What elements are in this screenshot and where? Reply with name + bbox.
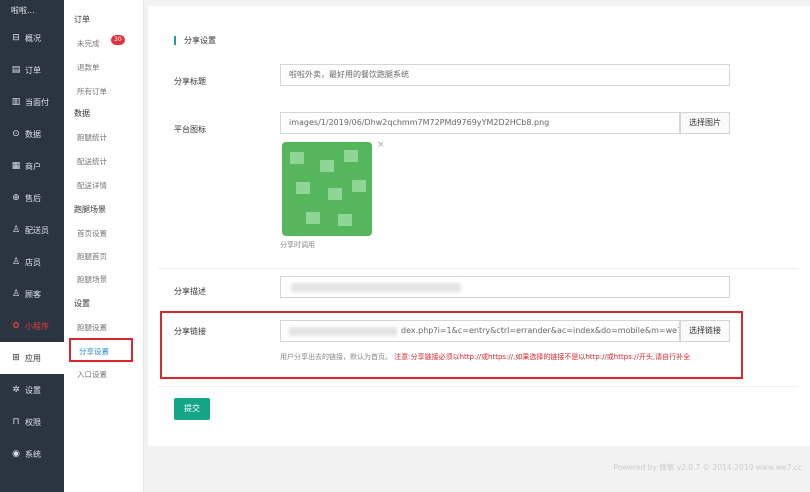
sidebar-item-label: 系统 — [25, 449, 41, 459]
customer-icon: ♙ — [11, 289, 21, 299]
sidebar-item[interactable]: ◉ 系统 — [0, 438, 64, 470]
sidebar-item[interactable]: ⊓ 权限 — [0, 406, 64, 438]
courier-icon: ♙ — [11, 225, 21, 235]
sidebar-item-label: 配送员 — [25, 225, 49, 235]
receipt-icon: ▥ — [11, 97, 21, 107]
sidebar-item[interactable]: ♙ 店员 — [0, 246, 64, 278]
sidebar-item-label: 小程序 — [25, 321, 49, 331]
sidebar-item[interactable]: ⊙ 数据 — [0, 118, 64, 150]
sidebar-item[interactable]: ✿ 小程序 — [0, 310, 64, 342]
sidebar-item-label: 设置 — [25, 385, 41, 395]
submenu-item-label: 未完成 — [77, 39, 100, 48]
icon-path-input[interactable]: images/1/2019/06/Dhw2qchmm7M72PMd9769yYM… — [280, 112, 680, 134]
remove-image-icon[interactable]: × — [377, 140, 385, 150]
sidebar-item-label: 订单 — [25, 65, 41, 75]
submenu-item-run-settings[interactable]: 跑腿设置 — [77, 322, 107, 333]
submenu-item-delivery-detail[interactable]: 配送详情 — [77, 180, 107, 191]
count-badge: 30 — [111, 35, 125, 45]
sidebar-item[interactable]: ⊟ 概况 — [0, 22, 64, 54]
share-link-hint-text: 用户分享出去的链接，默认为首页。 — [280, 353, 392, 361]
share-link-label: 分享链接 — [174, 327, 206, 336]
sidebar-title: 啦啦... — [11, 6, 35, 15]
share-title-label: 分享标题 — [174, 77, 206, 86]
sidebar-item[interactable]: ♙ 顾客 — [0, 278, 64, 310]
sidebar-item-label: 商户 — [25, 161, 41, 171]
redacted-text — [289, 327, 397, 336]
settings-panel: 分享设置 分享标题 啦啦外卖，最好用的餐饮跑腿系统 平台图标 images/1/… — [148, 6, 810, 446]
sidebar-item-label: 顾客 — [25, 289, 41, 299]
submenu-item-refund[interactable]: 退款单 — [77, 62, 100, 73]
share-desc-label: 分享描述 — [174, 287, 206, 296]
sidebar-item[interactable]: ⊞ 应用 — [0, 342, 64, 374]
sidebar-item-label: 店员 — [25, 257, 41, 267]
sidebar-item[interactable]: ✲ 设置 — [0, 374, 64, 406]
share-desc-input[interactable] — [280, 276, 730, 298]
redacted-text — [291, 283, 461, 292]
apps-icon: ⊞ — [12, 353, 20, 363]
sidebar-item-label: 权限 — [25, 417, 41, 427]
sidebar-item-label: 应用 — [25, 353, 41, 363]
share-link-warning: 注意:分享链接必须以http://或https://,如果选择的链接不是以htt… — [394, 353, 691, 361]
submenu-item-share-settings[interactable]: 分享设置 — [69, 338, 133, 362]
submenu-item-all-orders[interactable]: 所有订单 — [77, 86, 107, 97]
divider — [158, 386, 798, 387]
sidebar-item[interactable]: ▤ 订单 — [0, 54, 64, 86]
choose-image-button[interactable]: 选择图片 — [680, 112, 730, 134]
share-link-hint: 用户分享出去的链接，默认为首页。 注意:分享链接必须以http://或https… — [280, 351, 740, 364]
platform-icon-preview — [282, 142, 372, 236]
sidebar-item-label: 概况 — [25, 33, 41, 43]
footer-text: Powered by 微擎 v2.0.7 © 2014-2019 www.we7… — [613, 463, 802, 472]
main-sidebar: 啦啦... ⊟ 概况 ▤ 订单 ▥ 当面付 ⊙ 数据 ▦ 商户 ⊕ 售后 ♙ 配送员 ♙ 店员 ♙ 顾客 ✿ 小程序 ⊞… — [0, 0, 64, 492]
lock-icon: ⊓ — [12, 417, 20, 427]
sidebar-item[interactable]: ▥ 当面付 — [0, 86, 64, 118]
submenu-item-run-scene[interactable]: 跑腿场景 — [77, 274, 107, 285]
share-link-input[interactable]: dex.php?i=1&c=entry&ctrl=errander&ac=ind… — [280, 320, 680, 342]
sidebar-item-label: 售后 — [25, 193, 41, 203]
store-icon: ♙ — [11, 257, 21, 267]
choose-link-button[interactable]: 选择链接 — [680, 320, 730, 342]
chart-icon: ⊙ — [12, 129, 20, 139]
shop-icon: ▦ — [11, 161, 21, 171]
page-icon: ⊟ — [12, 33, 20, 43]
sidebar-item-label: 数据 — [25, 129, 41, 139]
section-title: 分享设置 — [174, 36, 216, 45]
submenu-item-run-stats[interactable]: 跑腿统计 — [77, 132, 107, 143]
settings-icon: ✲ — [12, 385, 20, 395]
submenu-item-entry-settings[interactable]: 入口设置 — [77, 369, 107, 380]
submenu-item-unfinished[interactable]: 未完成 30 — [77, 35, 125, 49]
miniprogram-icon: ✿ — [12, 321, 20, 331]
divider — [158, 268, 798, 269]
list-icon: ▤ — [11, 65, 21, 75]
icon-label: 平台图标 — [174, 125, 206, 134]
aftersale-icon: ⊕ — [12, 193, 20, 203]
submenu-group-data: 数据 — [74, 109, 90, 118]
sidebar-item[interactable]: ♙ 配送员 — [0, 214, 64, 246]
submenu-group-scene: 跑腿场景 — [74, 205, 106, 214]
sub-menu: 订单 未完成 30 退款单 所有订单 数据 跑腿统计 配送统计 配送详情 跑腿场… — [64, 0, 144, 492]
share-link-value: dex.php?i=1&c=entry&ctrl=errander&ac=ind… — [401, 326, 680, 335]
icon-hint: 分享时调用 — [280, 241, 315, 249]
sidebar-item[interactable]: ⊕ 售后 — [0, 182, 64, 214]
submenu-group-orders: 订单 — [74, 15, 90, 24]
sidebar-item-label: 当面付 — [25, 97, 49, 107]
submenu-item-delivery-stats[interactable]: 配送统计 — [77, 156, 107, 167]
submenu-item-run-home[interactable]: 跑腿首页 — [77, 251, 107, 262]
submenu-item-home-settings[interactable]: 首页设置 — [77, 228, 107, 239]
submenu-group-settings: 设置 — [74, 299, 90, 308]
sidebar-item[interactable]: ▦ 商户 — [0, 150, 64, 182]
system-icon: ◉ — [12, 449, 20, 459]
submit-button[interactable]: 提交 — [174, 398, 210, 420]
share-title-input[interactable]: 啦啦外卖，最好用的餐饮跑腿系统 — [280, 64, 730, 86]
